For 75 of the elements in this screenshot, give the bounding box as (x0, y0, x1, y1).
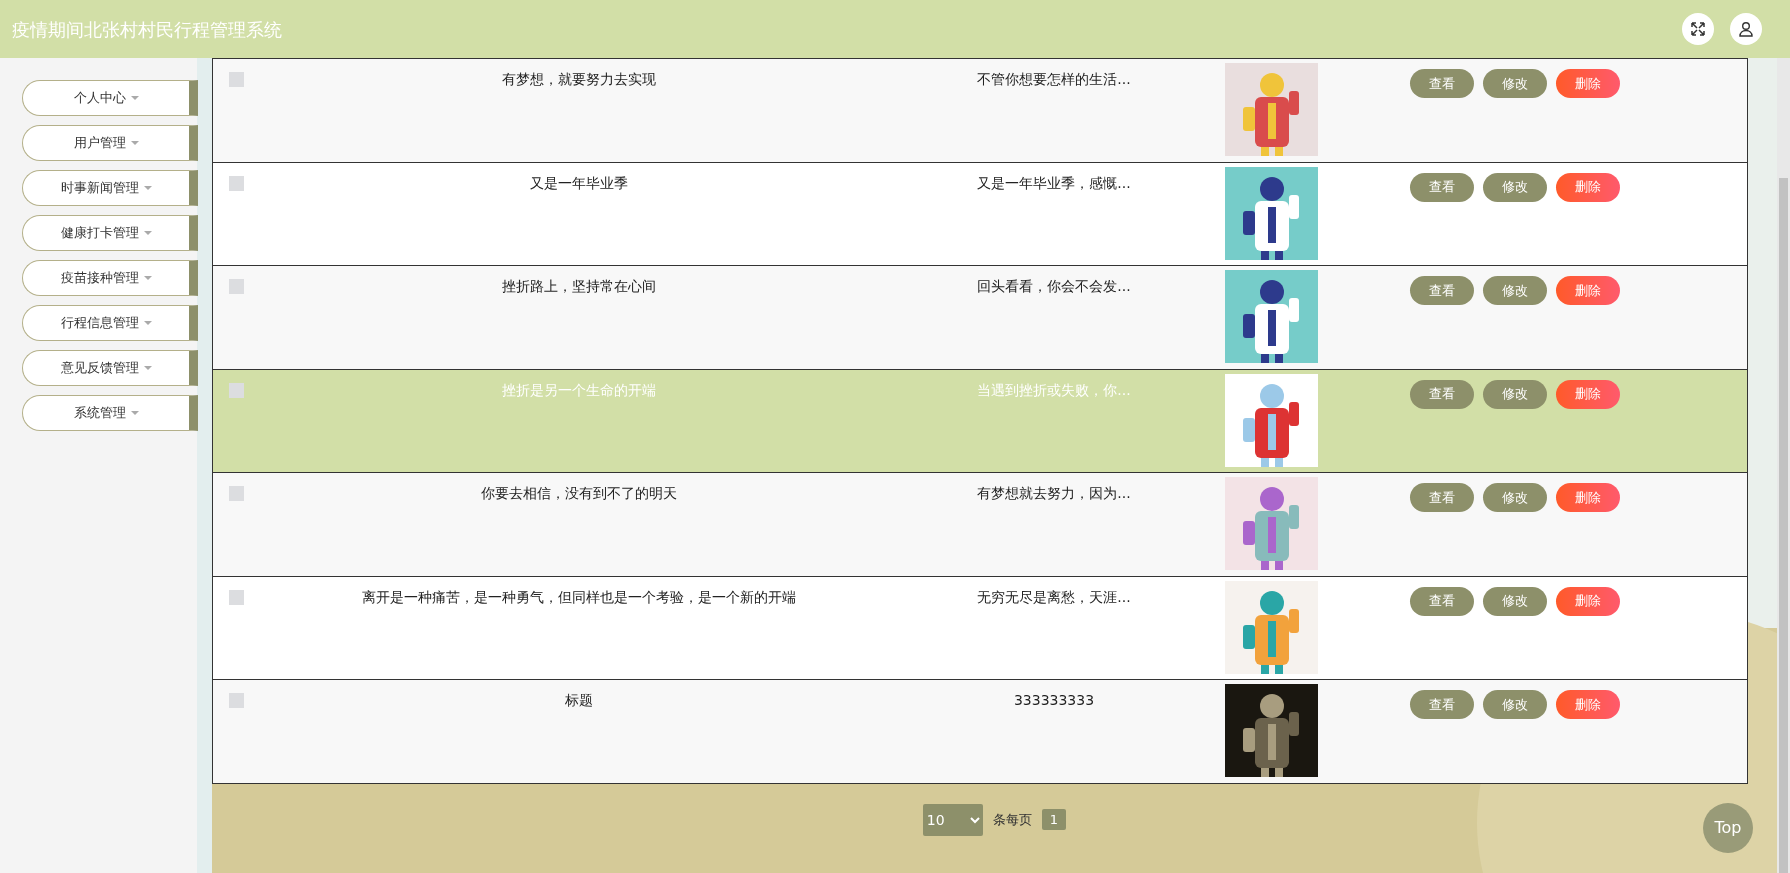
sidebar-menu-button[interactable]: 个人中心 (22, 80, 198, 116)
caret-icon (143, 276, 152, 280)
view-button[interactable]: 查看 (1410, 586, 1474, 616)
scrollbar-thumb[interactable] (1779, 178, 1788, 873)
row-checkbox[interactable] (229, 693, 244, 708)
delete-button[interactable]: 删除 (1556, 276, 1620, 305)
view-button[interactable]: 查看 (1410, 690, 1474, 719)
delete-button[interactable]: 删除 (1556, 690, 1620, 719)
caret-icon (130, 96, 139, 100)
content-text: 333333333 (1013, 692, 1095, 708)
fullscreen-button[interactable] (1682, 13, 1714, 45)
title-text: 又是一年毕业季 (530, 174, 628, 191)
user-icon (1738, 21, 1754, 37)
title-text: 挫折是另一个生命的开端 (502, 381, 656, 398)
caret-icon (130, 411, 139, 415)
delete-button[interactable]: 删除 (1556, 379, 1620, 409)
content-text: 无穷无尽是离愁，天涯... (977, 588, 1131, 605)
title-text: 标题 (565, 692, 593, 708)
view-button[interactable]: 查看 (1410, 276, 1474, 305)
row-checkbox[interactable] (229, 72, 244, 87)
row-checkbox[interactable] (229, 382, 244, 398)
per-page-label: 条每页 (992, 810, 1032, 829)
title-text: 挫折路上，坚持常在心间 (502, 278, 656, 294)
edit-button[interactable]: 修改 (1483, 276, 1547, 305)
user-button[interactable] (1730, 13, 1762, 45)
delete-button[interactable]: 删除 (1556, 172, 1620, 202)
delete-button[interactable]: 删除 (1556, 586, 1620, 616)
sidebar-menu-button[interactable]: 健康打卡管理 (22, 215, 198, 251)
caret-icon (143, 321, 152, 325)
caret-icon (143, 186, 152, 190)
sidebar-menu-button[interactable]: 意见反馈管理 (22, 350, 198, 386)
table-row[interactable]: 你要去相信，没有到不了的明天 有梦想就去努力，因为... 查看 修改 删除 (213, 472, 1747, 576)
sidebar-menu-button[interactable]: 时事新闻管理 (22, 170, 198, 206)
edit-button[interactable]: 修改 (1483, 172, 1547, 202)
title-text: 离开是一种痛苦，是一种勇气，但同样也是一个考验，是一个新的开端 (362, 588, 796, 605)
content-text: 不管你想要怎样的生活... (977, 71, 1131, 87)
edit-button[interactable]: 修改 (1483, 69, 1547, 98)
delete-button[interactable]: 删除 (1556, 483, 1620, 512)
delete-button[interactable]: 删除 (1556, 69, 1620, 98)
row-checkbox[interactable] (229, 486, 244, 501)
caret-icon (143, 231, 152, 235)
app-title: 疫情期间北张村村民行程管理系统 (12, 17, 282, 42)
content-text: 又是一年毕业季，感慨... (977, 174, 1131, 191)
title-text: 你要去相信，没有到不了的明天 (481, 485, 677, 501)
row-checkbox[interactable] (229, 589, 244, 605)
table-row[interactable]: 挫折是另一个生命的开端 当遇到挫折或失败，你... 查看 修改 删除 (213, 368, 1747, 472)
view-button[interactable]: 查看 (1410, 483, 1474, 512)
view-button[interactable]: 查看 (1410, 172, 1474, 202)
page-number[interactable]: 1 (1041, 808, 1067, 831)
sidebar-menu-button[interactable]: 疫苗接种管理 (22, 260, 198, 296)
edit-button[interactable]: 修改 (1483, 379, 1547, 409)
caret-icon (130, 141, 139, 145)
view-button[interactable]: 查看 (1410, 69, 1474, 98)
table-row[interactable]: 又是一年毕业季 又是一年毕业季，感慨... 查看 修改 删除 (213, 161, 1747, 265)
content-text: 有梦想就去努力，因为... (977, 485, 1131, 501)
row-checkbox[interactable] (229, 175, 244, 191)
sidebar-menu-button[interactable]: 用户管理 (22, 125, 198, 161)
edit-button[interactable]: 修改 (1483, 586, 1547, 616)
table-row[interactable]: 有梦想，就要努力去实现 不管你想要怎样的生活... 查看 修改 删除 (213, 58, 1747, 162)
view-button[interactable]: 查看 (1410, 379, 1474, 409)
sidebar-menu-button[interactable]: 系统管理 (22, 395, 198, 431)
scrollbar[interactable] (1777, 58, 1790, 873)
table-row[interactable]: 挫折路上，坚持常在心间 回头看看，你会不会发... 查看 修改 删除 (213, 265, 1747, 369)
title-text: 有梦想，就要努力去实现 (502, 71, 656, 87)
edit-button[interactable]: 修改 (1483, 483, 1547, 512)
sidebar-menu-button[interactable]: 行程信息管理 (22, 305, 198, 341)
edit-button[interactable]: 修改 (1483, 690, 1547, 719)
table-row[interactable]: 离开是一种痛苦，是一种勇气，但同样也是一个考验，是一个新的开端 无穷无尽是离愁，天涯... 查看 修改 删除 (213, 575, 1747, 679)
content-text: 回头看看，你会不会发... (977, 278, 1131, 294)
fullscreen-icon (1690, 21, 1706, 37)
caret-icon (143, 366, 152, 370)
content-text: 当遇到挫折或失败，你... (977, 381, 1131, 398)
row-checkbox[interactable] (229, 279, 244, 294)
table-row[interactable]: 标题 333333333 查看 修改 删除 (213, 679, 1747, 783)
page-size-select[interactable]: 10 (922, 803, 983, 836)
